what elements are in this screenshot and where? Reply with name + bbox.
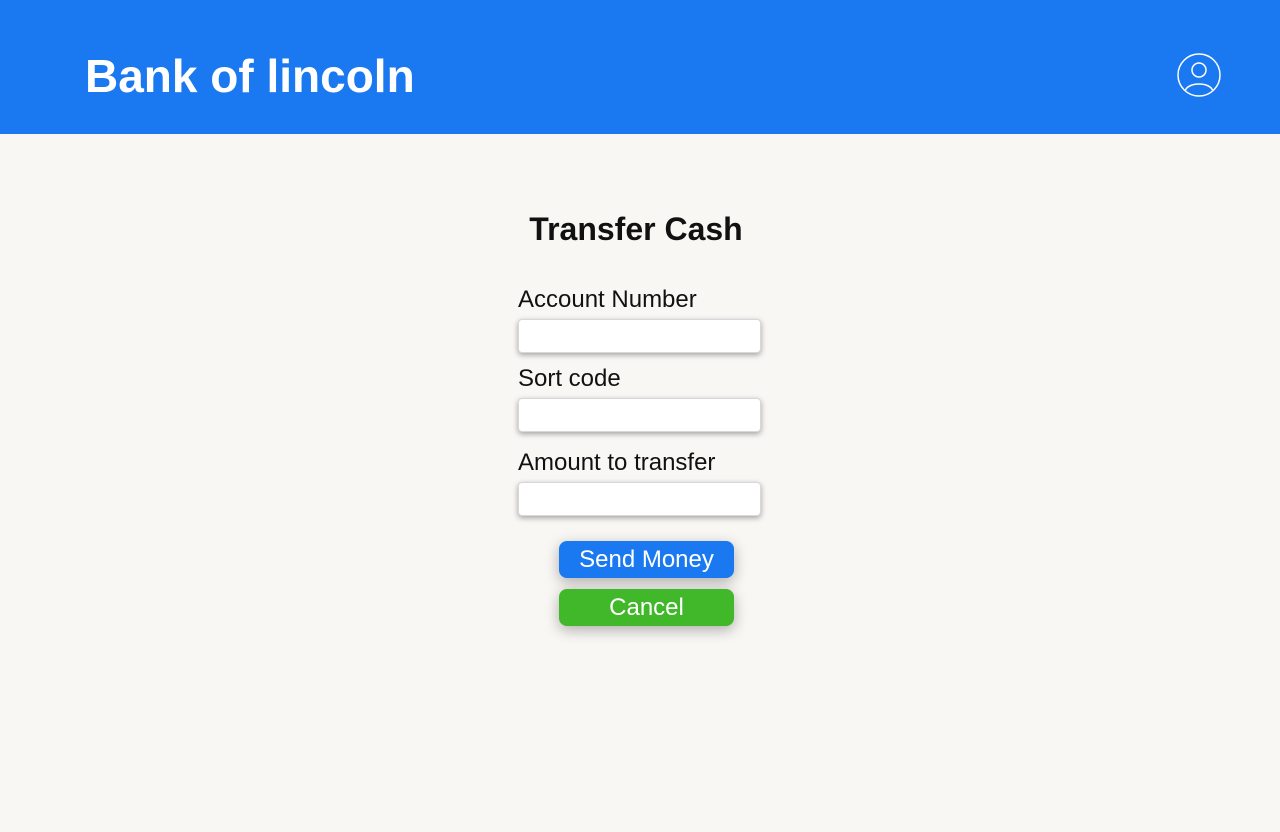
bank-name: Bank of lincoln bbox=[85, 50, 415, 102]
send-money-button[interactable]: Send Money bbox=[559, 541, 734, 578]
app-header: Bank of lincoln bbox=[0, 0, 1280, 134]
account-number-input[interactable] bbox=[518, 319, 761, 353]
sort-code-input[interactable] bbox=[518, 398, 761, 432]
cancel-button[interactable]: Cancel bbox=[559, 589, 734, 626]
amount-label: Amount to transfer bbox=[518, 449, 716, 476]
page-title: Transfer Cash bbox=[529, 211, 743, 247]
user-profile-icon[interactable] bbox=[1176, 52, 1222, 98]
amount-input[interactable] bbox=[518, 482, 761, 516]
account-number-label: Account Number bbox=[518, 286, 697, 313]
sort-code-label: Sort code bbox=[518, 365, 621, 392]
